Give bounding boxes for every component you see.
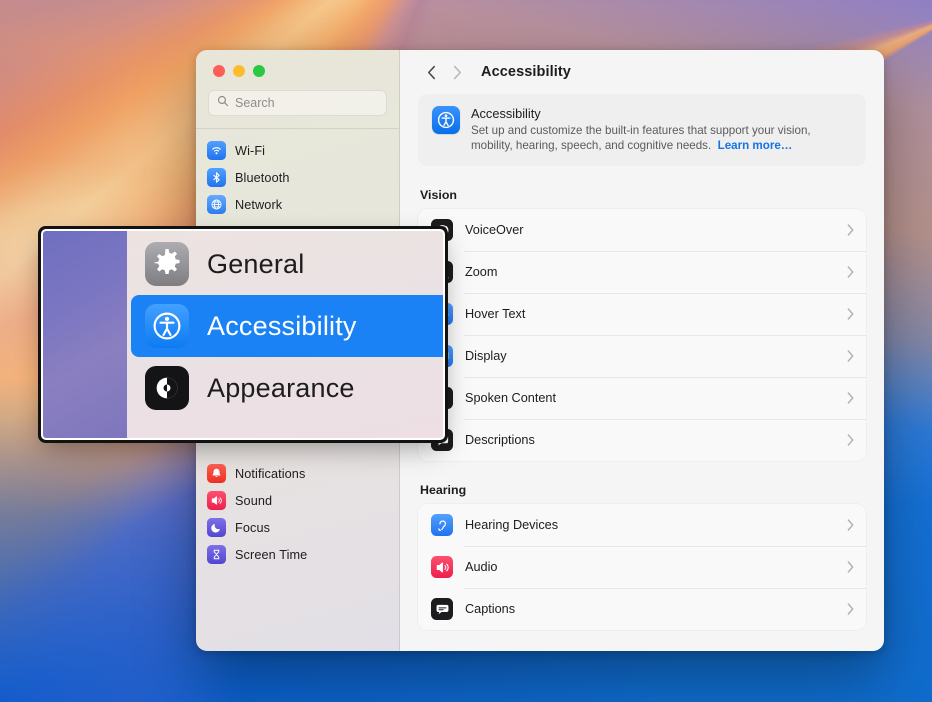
gear-icon <box>145 242 189 286</box>
magnified-item-appearance[interactable]: Appearance <box>131 357 439 419</box>
appearance-icon <box>145 366 189 410</box>
row-zoom[interactable]: Zoom <box>418 251 866 293</box>
audio-icon <box>431 556 453 578</box>
chevron-right-icon <box>847 392 854 404</box>
forward-button[interactable] <box>444 59 470 85</box>
magnified-sidebar-list[interactable]: General Accessibility Appearance <box>127 231 443 438</box>
row-captions[interactable]: Captions <box>418 588 866 630</box>
row-display[interactable]: Display <box>418 335 866 377</box>
accessibility-icon <box>432 106 460 134</box>
row-spoken-content[interactable]: Spoken Content <box>418 377 866 419</box>
sidebar-item-focus[interactable]: Focus <box>196 514 399 541</box>
magnified-item-accessibility[interactable]: Accessibility <box>131 295 443 357</box>
accessibility-hero-card: Accessibility Set up and customize the b… <box>418 94 866 166</box>
sound-icon <box>207 491 226 510</box>
sidebar-item-label: Bluetooth <box>235 170 290 185</box>
magnified-item-label: Accessibility <box>207 310 357 341</box>
sidebar-item-network[interactable]: Network <box>196 191 399 218</box>
sidebar-item-sound[interactable]: Sound <box>196 487 399 514</box>
chevron-right-icon <box>847 561 854 573</box>
main-panel: Accessibility Accessibility Set up and c… <box>400 50 884 651</box>
row-label: Display <box>465 349 507 363</box>
sidebar-item-wifi[interactable]: Wi-Fi <box>196 137 399 164</box>
sidebar-item-label: Focus <box>235 520 271 535</box>
chevron-right-icon <box>847 308 854 320</box>
notifications-icon <box>207 464 226 483</box>
toolbar: Accessibility <box>400 50 884 94</box>
sidebar-item-label: Screen Time <box>235 547 308 562</box>
vision-group: VoiceOver Zoom Hover Text Display Spoken… <box>418 209 866 461</box>
back-button[interactable] <box>418 59 444 85</box>
row-hover-text[interactable]: Hover Text <box>418 293 866 335</box>
row-label: Zoom <box>465 265 498 279</box>
row-label: Audio <box>465 560 498 574</box>
magnified-item-general[interactable]: General <box>131 233 439 295</box>
maximize-button[interactable] <box>253 65 265 77</box>
row-label: Spoken Content <box>465 391 556 405</box>
row-voiceover[interactable]: VoiceOver <box>418 209 866 251</box>
search-input[interactable]: Search <box>208 90 387 116</box>
hero-description: Set up and customize the built-in featur… <box>471 123 852 153</box>
row-descriptions[interactable]: Descriptions <box>418 419 866 461</box>
sidebar-item-screen-time[interactable]: Screen Time <box>196 541 399 568</box>
sidebar-item-label: Network <box>235 197 283 212</box>
search-container: Search <box>196 77 399 116</box>
learn-more-link[interactable]: Learn more… <box>718 139 793 152</box>
settings-content: Accessibility Set up and customize the b… <box>400 94 884 651</box>
wifi-icon <box>207 141 226 160</box>
magnified-item-label: Appearance <box>207 372 355 403</box>
hero-title: Accessibility <box>471 106 541 121</box>
sidebar-group-connectivity: Wi-Fi Bluetooth Network <box>196 137 399 218</box>
sidebar-item-notifications[interactable]: Notifications <box>196 460 399 487</box>
sidebar-item-label: Wi-Fi <box>235 143 266 158</box>
row-audio[interactable]: Audio <box>418 546 866 588</box>
chevron-right-icon <box>847 350 854 362</box>
hearing-devices-icon <box>431 514 453 536</box>
page-title: Accessibility <box>481 64 571 80</box>
chevron-right-icon <box>847 224 854 236</box>
row-label: Descriptions <box>465 433 535 447</box>
row-label: Hover Text <box>465 307 526 321</box>
zoom-magnifier-overlay: General Accessibility Appearance <box>43 231 443 438</box>
section-header-vision: Vision <box>420 188 457 202</box>
focus-icon <box>207 518 226 537</box>
globe-icon <box>207 195 226 214</box>
magnified-desktop-area <box>43 231 127 438</box>
chevron-left-icon <box>427 65 435 79</box>
section-header-hearing: Hearing <box>420 483 467 497</box>
hearing-group: Hearing Devices Audio Captions <box>418 504 866 630</box>
sidebar-item-bluetooth[interactable]: Bluetooth <box>196 164 399 191</box>
sidebar-item-label: Notifications <box>235 466 306 481</box>
minimize-button[interactable] <box>233 65 245 77</box>
chevron-right-icon <box>453 65 461 79</box>
accessibility-icon <box>145 304 189 348</box>
sidebar-group-alerts: Notifications Sound Focus Screen Time <box>196 460 399 568</box>
chevron-right-icon <box>847 519 854 531</box>
chevron-right-icon <box>847 266 854 278</box>
row-label: VoiceOver <box>465 223 524 237</box>
search-icon <box>217 94 229 112</box>
chevron-right-icon <box>847 603 854 615</box>
captions-icon <box>431 598 453 620</box>
screen-time-icon <box>207 545 226 564</box>
magnified-item-label: General <box>207 248 305 279</box>
close-button[interactable] <box>213 65 225 77</box>
search-placeholder: Search <box>235 96 275 110</box>
sidebar-item-label: Sound <box>235 493 273 508</box>
row-hearing-devices[interactable]: Hearing Devices <box>418 504 866 546</box>
row-label: Captions <box>465 602 516 616</box>
chevron-right-icon <box>847 434 854 446</box>
row-label: Hearing Devices <box>465 518 559 532</box>
window-controls <box>196 50 399 77</box>
bluetooth-icon <box>207 168 226 187</box>
